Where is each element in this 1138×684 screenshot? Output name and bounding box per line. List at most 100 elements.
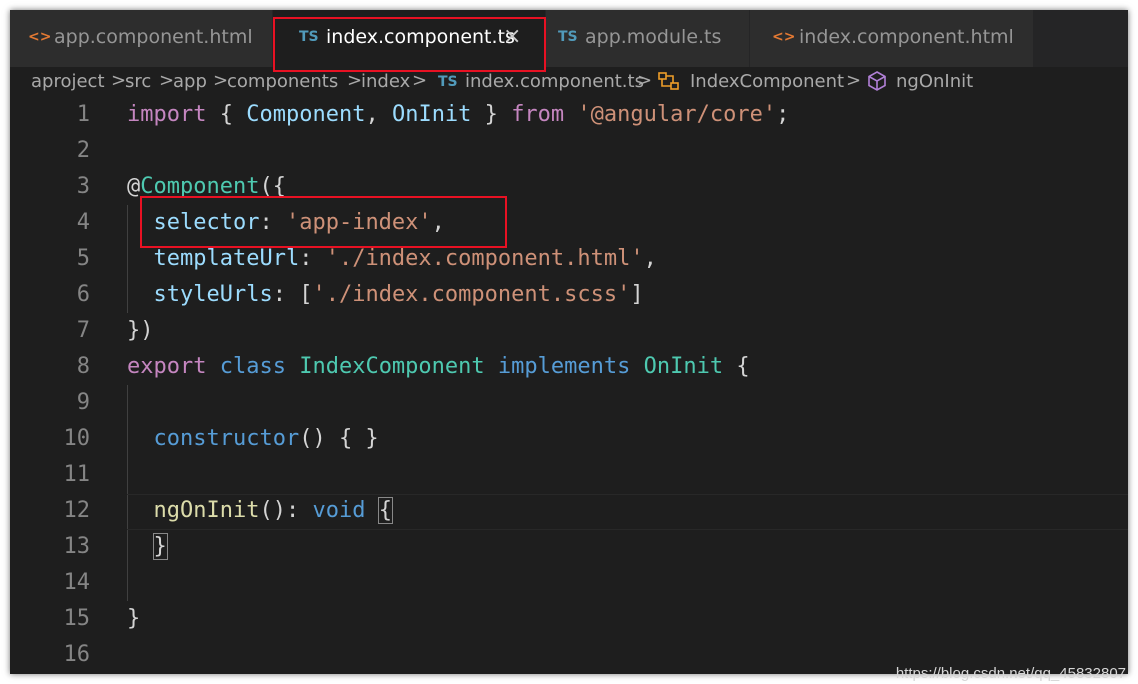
templateurl-value: './index.component.html': [325, 246, 644, 271]
line-number: 13: [63, 534, 91, 559]
keyword-class: class: [219, 354, 286, 379]
chevron-right-icon: >: [637, 70, 653, 91]
punctuation: :: [299, 246, 326, 271]
punctuation: ;: [776, 102, 790, 127]
html-file-icon: <>: [28, 29, 52, 45]
punctuation: }): [127, 318, 154, 343]
keyword-void: void: [312, 498, 366, 523]
line-number: 4: [76, 210, 90, 235]
punctuation: ():: [259, 498, 313, 523]
line-number: 7: [76, 318, 90, 343]
line-number: 14: [63, 570, 91, 595]
line-number: 1: [76, 102, 90, 127]
punctuation: ]: [630, 282, 644, 307]
breadcrumb-item-src[interactable]: src: [125, 71, 151, 92]
interface-name: OnInit: [643, 354, 724, 379]
line-number: 16: [63, 642, 91, 667]
breadcrumb-item-class[interactable]: IndexComponent: [690, 71, 844, 92]
styleurls-value: './index.component.scss': [312, 282, 631, 307]
line-number: 9: [76, 390, 90, 415]
line-number: 2: [76, 138, 90, 163]
code-line-8: export class IndexComponent implements O…: [127, 349, 750, 385]
typescript-file-icon: TS: [558, 29, 578, 45]
decorator-at: @: [127, 174, 141, 199]
breadcrumb-item-aproject[interactable]: aproject: [31, 71, 105, 92]
code-editor[interactable]: 1 2 3 4 5 6 7 8 9 10 11 12 13 14 15 16 i…: [10, 97, 1128, 674]
html-file-icon: <>: [772, 29, 796, 45]
tab-index-component-html[interactable]: <> index.component.html: [750, 10, 1034, 67]
punctuation: }: [471, 102, 512, 127]
keyword-from: from: [511, 102, 565, 127]
code-line-1: import { Component, OnInit } from '@angu…: [127, 97, 789, 133]
code-line-6: styleUrls: ['./index.component.scss']: [127, 277, 644, 313]
code-line-7: }): [127, 313, 154, 349]
chevron-right-icon: >: [159, 70, 175, 91]
tab-app-module-ts[interactable]: TS app.module.ts: [546, 10, 750, 67]
code-line-10: constructor() { }: [127, 421, 379, 457]
editor-tab-bar: <> app.component.html TS index.component…: [10, 10, 1128, 67]
line-number: 12: [63, 498, 91, 523]
line-number: 5: [76, 246, 90, 271]
punctuation: ,: [365, 102, 392, 127]
method-name: ngOnInit: [153, 498, 260, 523]
breadcrumb-item-index[interactable]: index: [361, 71, 410, 92]
tab-label: index.component.html: [799, 26, 1014, 48]
property-templateurl: templateUrl: [153, 246, 300, 271]
line-number: 15: [63, 606, 91, 631]
keyword-import: import: [127, 102, 207, 127]
chevron-right-icon: >: [412, 70, 428, 91]
code-line-12: ngOnInit(): void {: [127, 493, 393, 529]
tab-label: app.module.ts: [585, 26, 722, 48]
keyword-export: export: [127, 354, 207, 379]
punctuation: () { }: [299, 426, 379, 451]
method-symbol-icon: [866, 70, 888, 97]
highlight-box-selector: [140, 196, 507, 248]
class-name: IndexComponent: [299, 354, 485, 379]
punctuation: }: [127, 606, 141, 631]
breadcrumb: aproject > src > app > components > inde…: [10, 67, 1128, 97]
punctuation: {: [206, 102, 247, 127]
chevron-right-icon: >: [347, 70, 363, 91]
vscode-window: <> app.component.html TS index.component…: [10, 10, 1128, 674]
line-number: 6: [76, 282, 90, 307]
module-string: '@angular/core': [577, 102, 777, 127]
import-oninit: OnInit: [391, 102, 472, 127]
code-line-15: }: [127, 601, 140, 637]
matched-bracket: {: [377, 497, 393, 524]
matched-bracket: }: [152, 533, 168, 560]
keyword-constructor: constructor: [153, 426, 300, 451]
breadcrumb-item-app[interactable]: app: [173, 71, 207, 92]
import-component: Component: [246, 102, 366, 127]
chevron-right-icon: >: [213, 70, 229, 91]
highlight-box-tab: [273, 17, 546, 72]
breadcrumb-item-file[interactable]: index.component.ts: [465, 71, 644, 92]
tab-app-component-html[interactable]: <> app.component.html: [10, 10, 273, 67]
keyword-implements: implements: [497, 354, 631, 379]
code-line-13: }: [127, 529, 168, 565]
watermark-url: https://blog.csdn.net/qq_45832807: [895, 665, 1126, 682]
chevron-right-icon: >: [846, 70, 862, 91]
line-number: 8: [76, 354, 90, 379]
line-number: 3: [76, 174, 90, 199]
tab-label: app.component.html: [54, 26, 253, 48]
punctuation: {: [723, 354, 750, 379]
punctuation: : [: [272, 282, 313, 307]
typescript-file-icon: TS: [438, 74, 458, 90]
breadcrumb-item-method[interactable]: ngOnInit: [896, 71, 973, 92]
breadcrumb-item-components[interactable]: components: [227, 71, 338, 92]
punctuation: ,: [643, 246, 657, 271]
line-number: 11: [63, 462, 91, 487]
class-symbol-icon: [657, 70, 681, 97]
property-styleurls: styleUrls: [153, 282, 273, 307]
